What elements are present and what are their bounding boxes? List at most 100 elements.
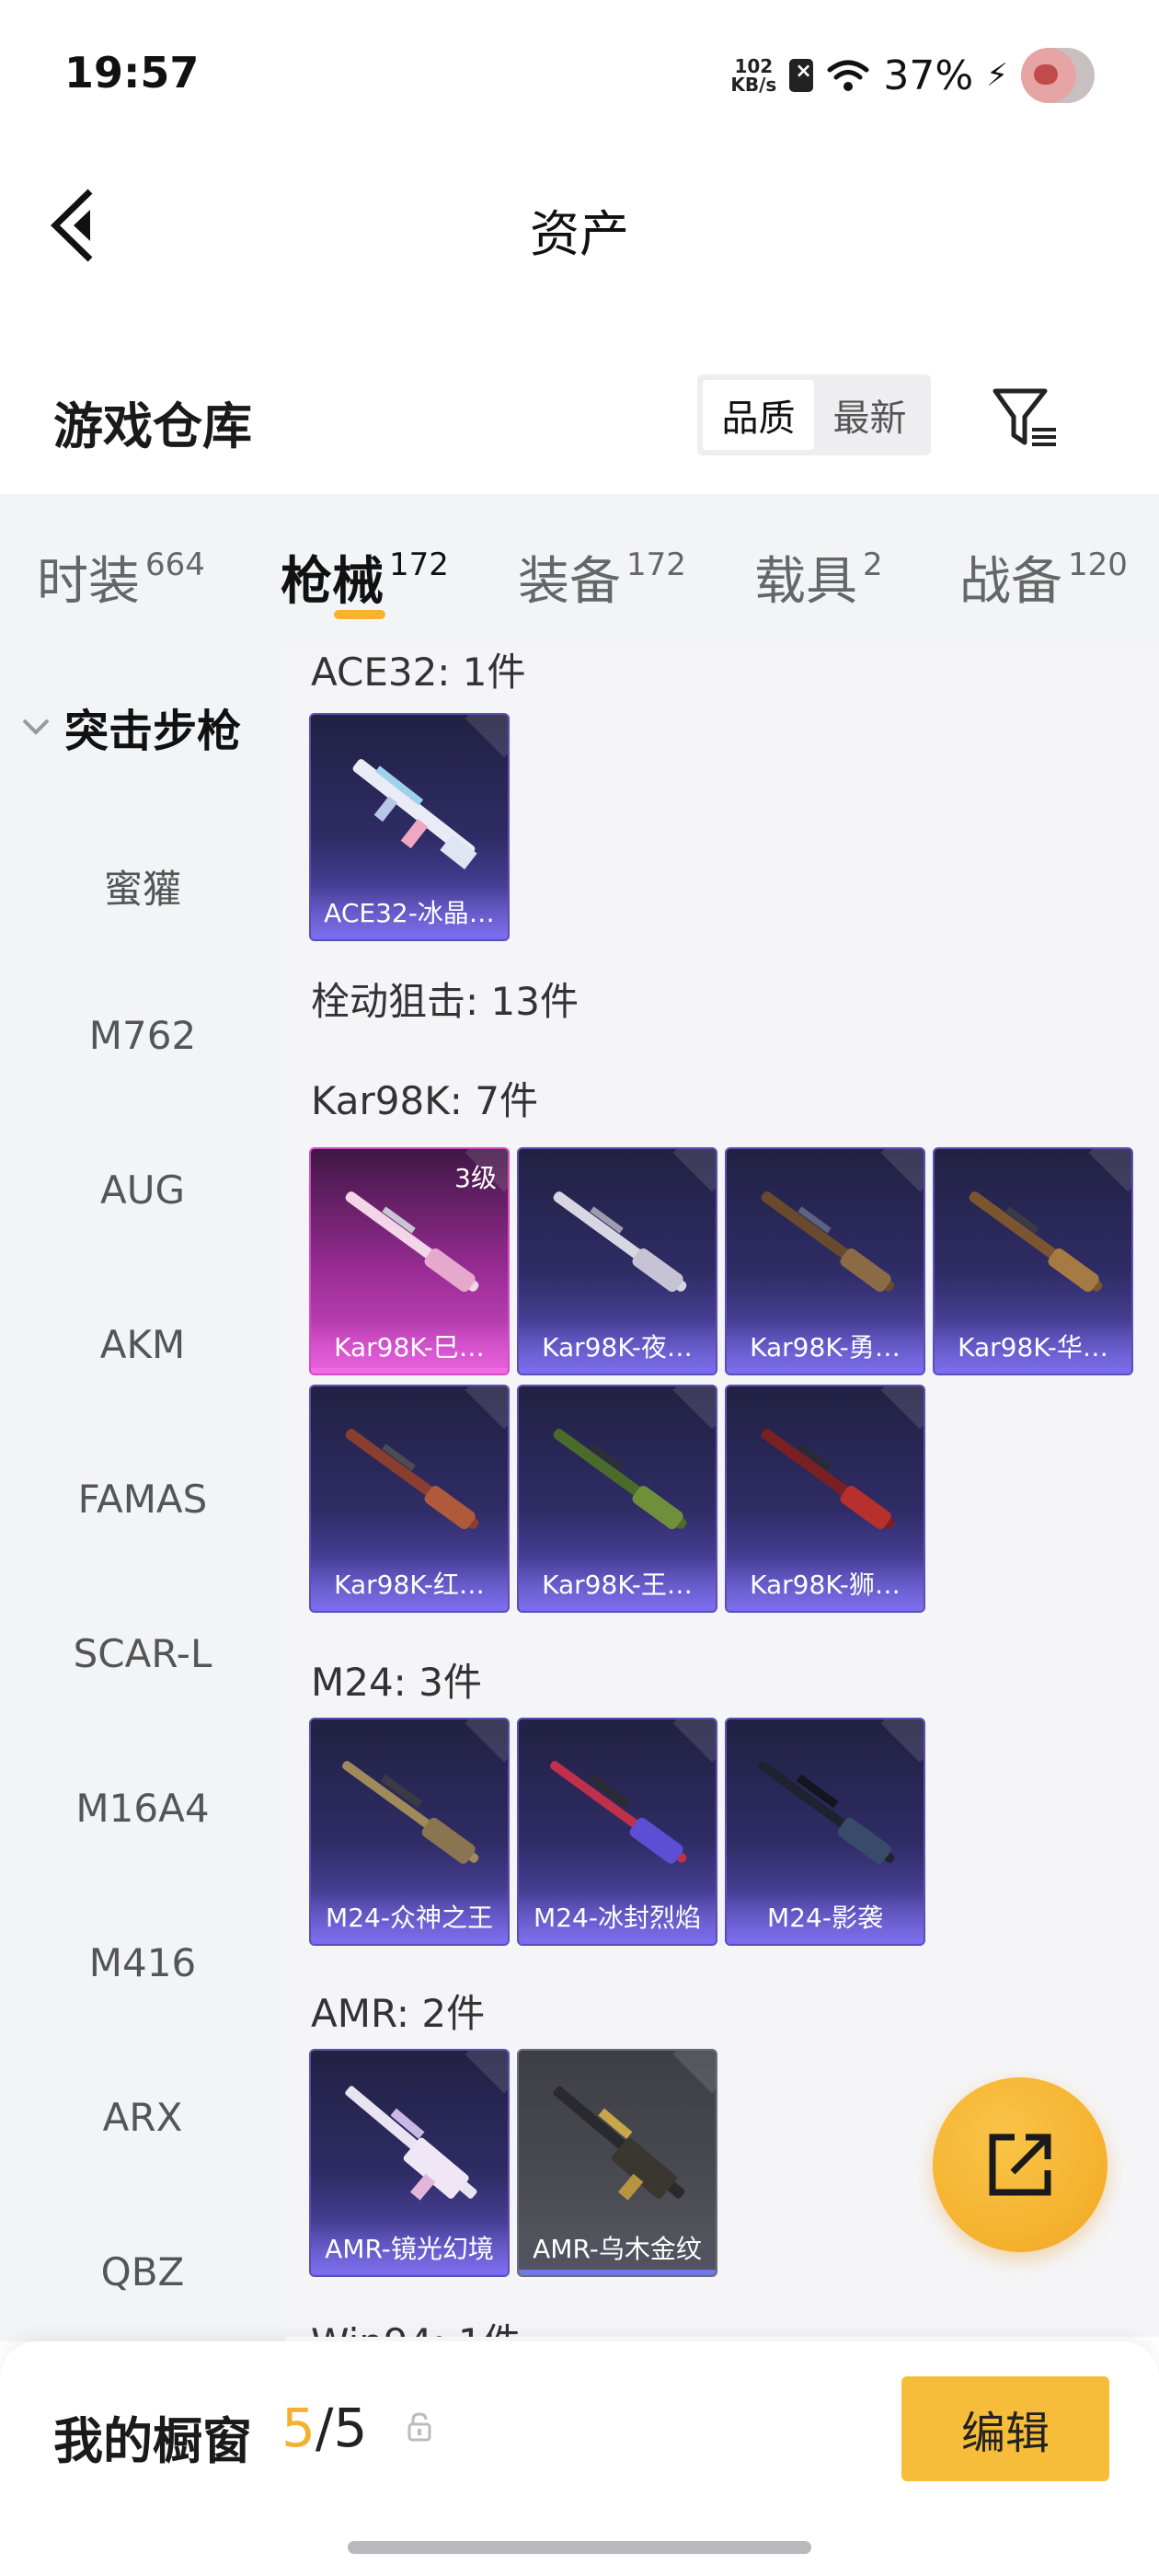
sidebar-item-scar-l[interactable]: SCAR-L: [0, 1631, 285, 1676]
quality-strip: [727, 1938, 924, 1944]
quality-strip: [311, 1938, 508, 1944]
kar98k-rifle-icon: [553, 1429, 687, 1530]
sidebar-item-qbz[interactable]: QBZ: [0, 2249, 285, 2294]
sort-newest-button[interactable]: 最新: [814, 380, 925, 450]
no-sim-icon: [789, 59, 814, 92]
nav-bar: 资产: [0, 147, 1159, 304]
share-button[interactable]: [933, 2077, 1107, 2252]
weapon-name: AMR-乌木金纹: [533, 2234, 702, 2264]
tab-gear[interactable]: 战备 120: [959, 540, 1128, 615]
weapon-card[interactable]: M24-众神之王: [309, 1718, 510, 1946]
lock-icon: [407, 2412, 431, 2442]
network-speed-unit: KB/s: [730, 74, 777, 96]
weapon-card[interactable]: Kar98K-勇…: [725, 1147, 925, 1375]
category-tabs: 时装 664 枪械 172 装备 172 载具 2 战备 120: [0, 494, 1159, 649]
edit-button[interactable]: 编辑: [901, 2376, 1109, 2481]
wifi-icon: [827, 60, 869, 91]
weapon-card[interactable]: Kar98K-红…: [309, 1385, 510, 1613]
weapon-card[interactable]: AMR-镜光幻境: [309, 2049, 510, 2277]
sidebar-item-akm[interactable]: AKM: [0, 1322, 285, 1367]
group-header-win94: Win94: 1件: [311, 2312, 522, 2337]
page-title: 资产: [530, 205, 629, 263]
m24-rifle-icon: [758, 1761, 895, 1864]
external-link-icon: [989, 2133, 1051, 2196]
kar98k-rifle-icon: [345, 1429, 479, 1530]
kar98k-rifle-icon: [761, 1191, 895, 1293]
sort-quality-button[interactable]: 品质: [703, 380, 814, 450]
weapon-name: Kar98K-狮…: [750, 1570, 901, 1600]
sidebar-item-famas[interactable]: FAMAS: [0, 1477, 285, 1522]
weapon-name: AMR-镜光幻境: [325, 2234, 494, 2264]
tab-label: 载具: [754, 552, 857, 612]
showcase-count: 5/5: [281, 2397, 367, 2459]
quality-strip: [519, 1605, 716, 1611]
quality-strip: [935, 1368, 1131, 1374]
filter-icon: [993, 388, 1056, 446]
tab-count: 172: [389, 546, 449, 583]
amr-rifle-icon: [345, 2086, 477, 2201]
showcase-bar: 我的橱窗 5/5 编辑: [0, 2341, 1159, 2576]
group-header-amr: AMR: 2件: [311, 1991, 486, 2036]
quality-strip: [311, 1605, 508, 1611]
weapon-card[interactable]: M24-冰封烈焰: [517, 1718, 717, 1946]
group-header-ace32: ACE32: 1件: [311, 650, 526, 695]
weapon-card[interactable]: AMR-乌木金纹: [517, 2049, 717, 2277]
tab-vehicles[interactable]: 载具 2: [754, 540, 883, 615]
weapon-name: Kar98K-华…: [958, 1332, 1108, 1363]
tab-firearms[interactable]: 枪械 172: [281, 540, 449, 615]
sidebar-item-arx[interactable]: ARX: [0, 2095, 285, 2140]
sidebar-item-m762[interactable]: M762: [0, 1013, 285, 1058]
quality-strip: [311, 934, 508, 939]
tab-fashion[interactable]: 时装 664: [37, 540, 205, 615]
weapon-name: M24-众神之王: [326, 1903, 493, 1933]
quality-strip: [519, 2270, 716, 2275]
sidebar-item-m16a4[interactable]: M16A4: [0, 1786, 285, 1831]
warehouse-header: 游戏仓库 品质 最新: [0, 363, 1159, 474]
home-indicator[interactable]: [348, 2541, 811, 2554]
tab-count: 120: [1068, 546, 1128, 583]
m24-rifle-icon: [550, 1761, 687, 1864]
status-time: 19:57: [64, 48, 200, 98]
weapon-name: M24-冰封烈焰: [534, 1903, 701, 1933]
weapon-card[interactable]: ACE32-冰晶…: [309, 713, 510, 941]
quality-strip: [519, 1368, 716, 1374]
showcase-label: 我的橱窗: [53, 2412, 252, 2470]
kar98k-rifle-icon: [761, 1429, 895, 1530]
quality-strip: [727, 1605, 924, 1611]
showcase-total: 5: [333, 2397, 368, 2459]
tab-count: 172: [626, 546, 686, 583]
weapon-sidebar: 突击步枪 蜜獾 M762 AUG AKM FAMAS SCAR-L M16A4 …: [0, 649, 285, 2341]
active-tab-indicator: [334, 610, 385, 619]
weapon-card[interactable]: 3级 Kar98K-巳…: [309, 1147, 510, 1375]
group-header-bolt-action-sniper: 栓动狙击: 13件: [311, 979, 579, 1024]
sidebar-category-label: 突击步枪: [64, 706, 242, 757]
weapon-card[interactable]: Kar98K-夜…: [517, 1147, 717, 1375]
tab-label: 战备: [959, 552, 1062, 612]
tab-count: 2: [863, 546, 883, 583]
tab-count: 664: [145, 546, 205, 583]
tab-equipment[interactable]: 装备 172: [518, 540, 686, 615]
sidebar-item-m416[interactable]: M416: [0, 1940, 285, 1985]
tab-label: 时装: [37, 552, 140, 612]
charging-icon: ⚡: [986, 57, 1008, 94]
quality-strip: [519, 1938, 716, 1944]
weapon-card[interactable]: Kar98K-华…: [933, 1147, 1133, 1375]
quality-strip: [311, 1368, 508, 1374]
weapon-card[interactable]: M24-影袭: [725, 1718, 925, 1946]
weapon-card[interactable]: Kar98K-狮…: [725, 1385, 925, 1613]
status-bar: 19:57 102 KB/s 37% ⚡: [0, 0, 1159, 147]
sidebar-item-aug[interactable]: AUG: [0, 1167, 285, 1213]
filter-button[interactable]: [988, 380, 1061, 454]
sidebar-item-honey-badger[interactable]: 蜜獾: [0, 858, 285, 914]
group-header-m24: M24: 3件: [311, 1660, 482, 1705]
weapon-name: Kar98K-红…: [334, 1570, 485, 1600]
network-speed: 102 KB/s: [730, 57, 776, 94]
showcase-current: 5: [281, 2397, 316, 2459]
weapon-card[interactable]: Kar98K-王…: [517, 1385, 717, 1613]
tab-label: 枪械: [281, 552, 384, 612]
quality-strip: [727, 1368, 924, 1374]
sidebar-category-assault-rifle[interactable]: 突击步枪: [20, 695, 241, 759]
sort-toggle: 品质 最新: [697, 374, 931, 455]
warehouse-title: 游戏仓库: [53, 397, 252, 455]
status-icons: 102 KB/s 37% ⚡: [730, 48, 1095, 103]
